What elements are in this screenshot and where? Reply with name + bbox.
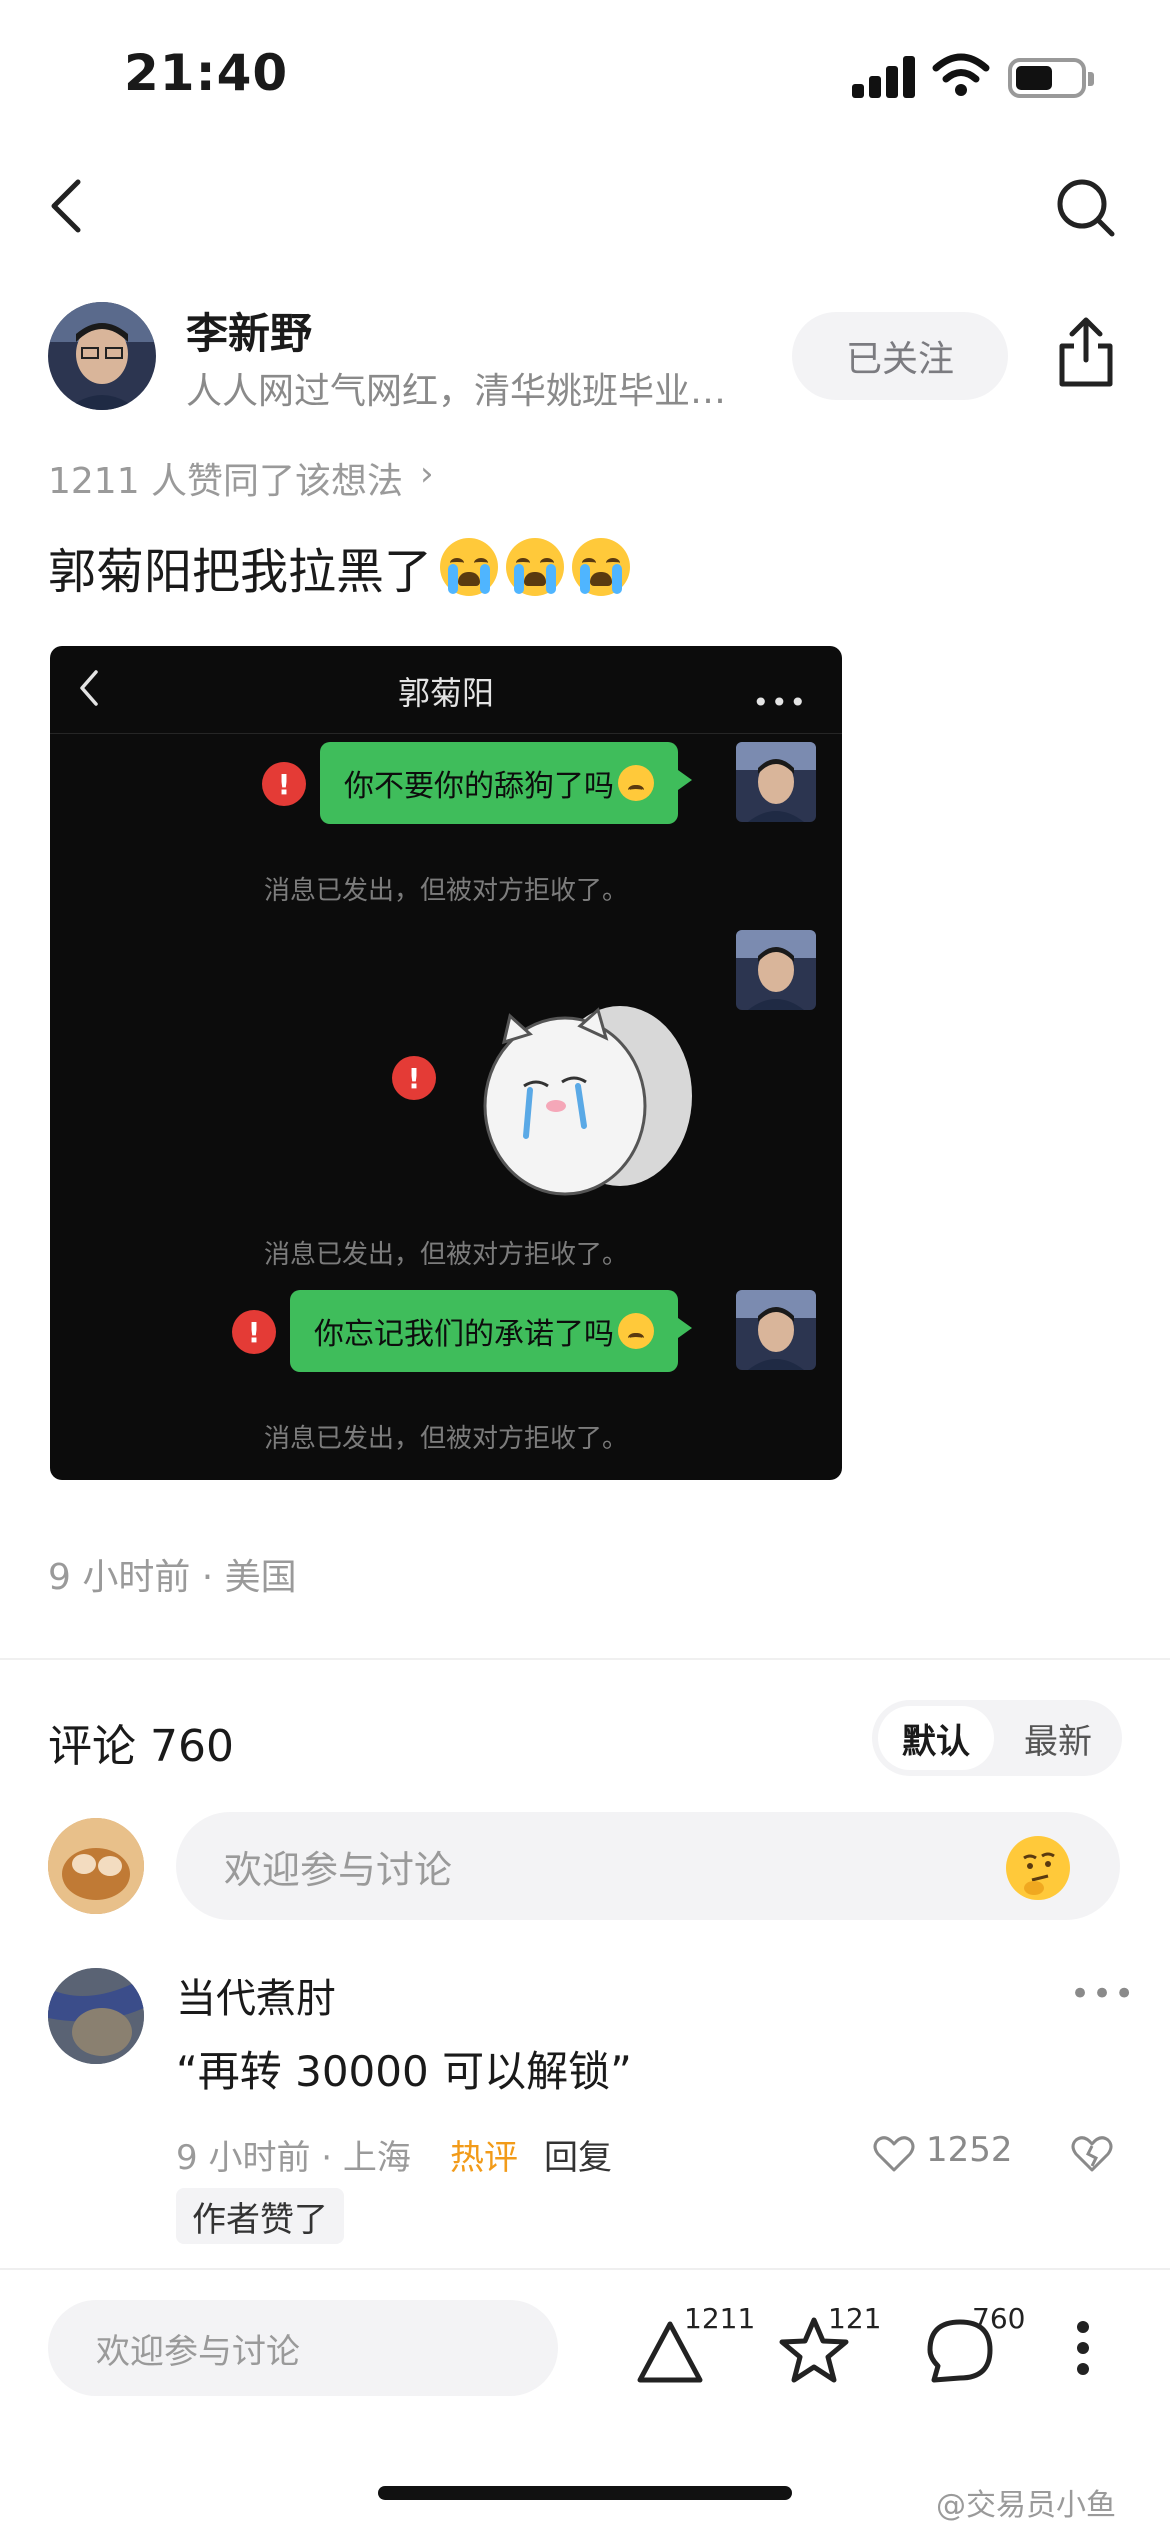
post-image-chat-screenshot[interactable]: 郭菊阳 ••• ! 你不要你的舔狗了吗 消息已发出，但被对方拒收了。 ! 消息已…	[50, 646, 842, 1480]
back-icon[interactable]	[46, 178, 86, 234]
home-indicator	[378, 2486, 792, 2500]
chat-message-text: 你忘记我们的承诺了吗	[314, 1317, 614, 1352]
sort-latest-tab[interactable]: 最新	[1000, 1706, 1116, 1770]
send-error-icon: !	[262, 762, 306, 806]
chat-message: 你不要你的舔狗了吗	[320, 742, 692, 824]
hugging-cats-sticker	[483, 1006, 692, 1196]
crying-emoji-icon	[572, 538, 631, 596]
author-liked-badge: 作者赞了	[176, 2188, 344, 2244]
agree-count: 1211	[684, 2302, 756, 2335]
post-title: 郭菊阳把我拉黑了	[48, 532, 631, 602]
favorite-count: 121	[828, 2302, 882, 2335]
crying-emoji-icon	[440, 538, 499, 596]
comment-meta: 9 小时前 · 上海	[176, 2138, 411, 2178]
commenter-avatar[interactable]	[48, 1968, 144, 2064]
chat-header: 郭菊阳 •••	[50, 646, 842, 734]
bottom-bar-divider	[0, 2268, 1170, 2270]
sender-avatar	[736, 742, 816, 822]
wifi-icon	[932, 53, 990, 96]
author-name[interactable]: 李新野	[186, 300, 312, 361]
hot-comment-badge: 热评	[450, 2138, 518, 2178]
send-error-icon: !	[392, 1056, 436, 1100]
comment-text: “再转 30000 可以解锁”	[176, 2047, 632, 2096]
share-icon[interactable]	[1054, 316, 1118, 388]
crying-emoji-icon	[618, 1313, 654, 1349]
heart-icon[interactable]	[872, 2134, 916, 2174]
more-vertical-icon[interactable]	[1076, 2320, 1090, 2376]
chevron-right-icon: ›	[420, 454, 434, 494]
chat-title: 郭菊阳	[397, 674, 494, 712]
sender-avatar	[736, 930, 816, 1010]
watermark: @交易员小鱼	[936, 2488, 1116, 2523]
like-count: 1252	[926, 2130, 1013, 2170]
rejected-notice: 消息已发出，但被对方拒收了。	[263, 876, 628, 906]
post-meta: 9 小时前 · 美国	[48, 1557, 297, 1598]
chat-message: 你忘记我们的承诺了吗	[290, 1290, 692, 1372]
crying-emoji-icon	[618, 765, 654, 801]
rejected-notice: 消息已发出，但被对方拒收了。	[263, 1424, 628, 1454]
author-bio: 人人网过气网红，清华姚班毕业…	[186, 371, 727, 412]
chat-more-icon: •••	[752, 686, 808, 719]
comment-more-icon[interactable]: •••	[1070, 1974, 1136, 2014]
comments-title: 评论 760	[48, 1721, 234, 1772]
broken-heart-icon[interactable]	[1070, 2134, 1114, 2174]
crying-emoji-icon	[506, 538, 565, 596]
rejected-notice: 消息已发出，但被对方拒收了。	[263, 1240, 628, 1270]
sort-default-tab[interactable]: 默认	[878, 1706, 994, 1770]
chat-message-text: 你不要你的舔狗了吗	[344, 769, 614, 804]
agree-count-link[interactable]: 1211 人赞同了该想法	[48, 452, 403, 504]
sender-avatar	[736, 1290, 816, 1370]
search-icon[interactable]	[1054, 176, 1116, 238]
reply-button[interactable]: 回复	[544, 2130, 612, 2179]
my-avatar	[48, 1818, 144, 1914]
bottom-comment-input[interactable]: 欢迎参与讨论	[48, 2300, 558, 2396]
cellular-signal-icon	[852, 56, 916, 98]
author-avatar[interactable]	[48, 302, 156, 410]
battery-icon	[1008, 58, 1094, 98]
comment-username[interactable]: 当代煮肘	[176, 1966, 336, 2024]
thinking-emoji-icon[interactable]	[1006, 1836, 1070, 1900]
comment-input[interactable]: 欢迎参与讨论	[176, 1812, 1120, 1920]
send-error-icon: !	[232, 1310, 276, 1354]
status-time: 21:40	[124, 44, 289, 102]
post-title-text: 郭菊阳把我拉黑了	[48, 544, 433, 600]
follow-button[interactable]: 已关注	[792, 312, 1008, 400]
section-divider	[0, 1658, 1170, 1660]
comment-count: 760	[972, 2302, 1026, 2335]
